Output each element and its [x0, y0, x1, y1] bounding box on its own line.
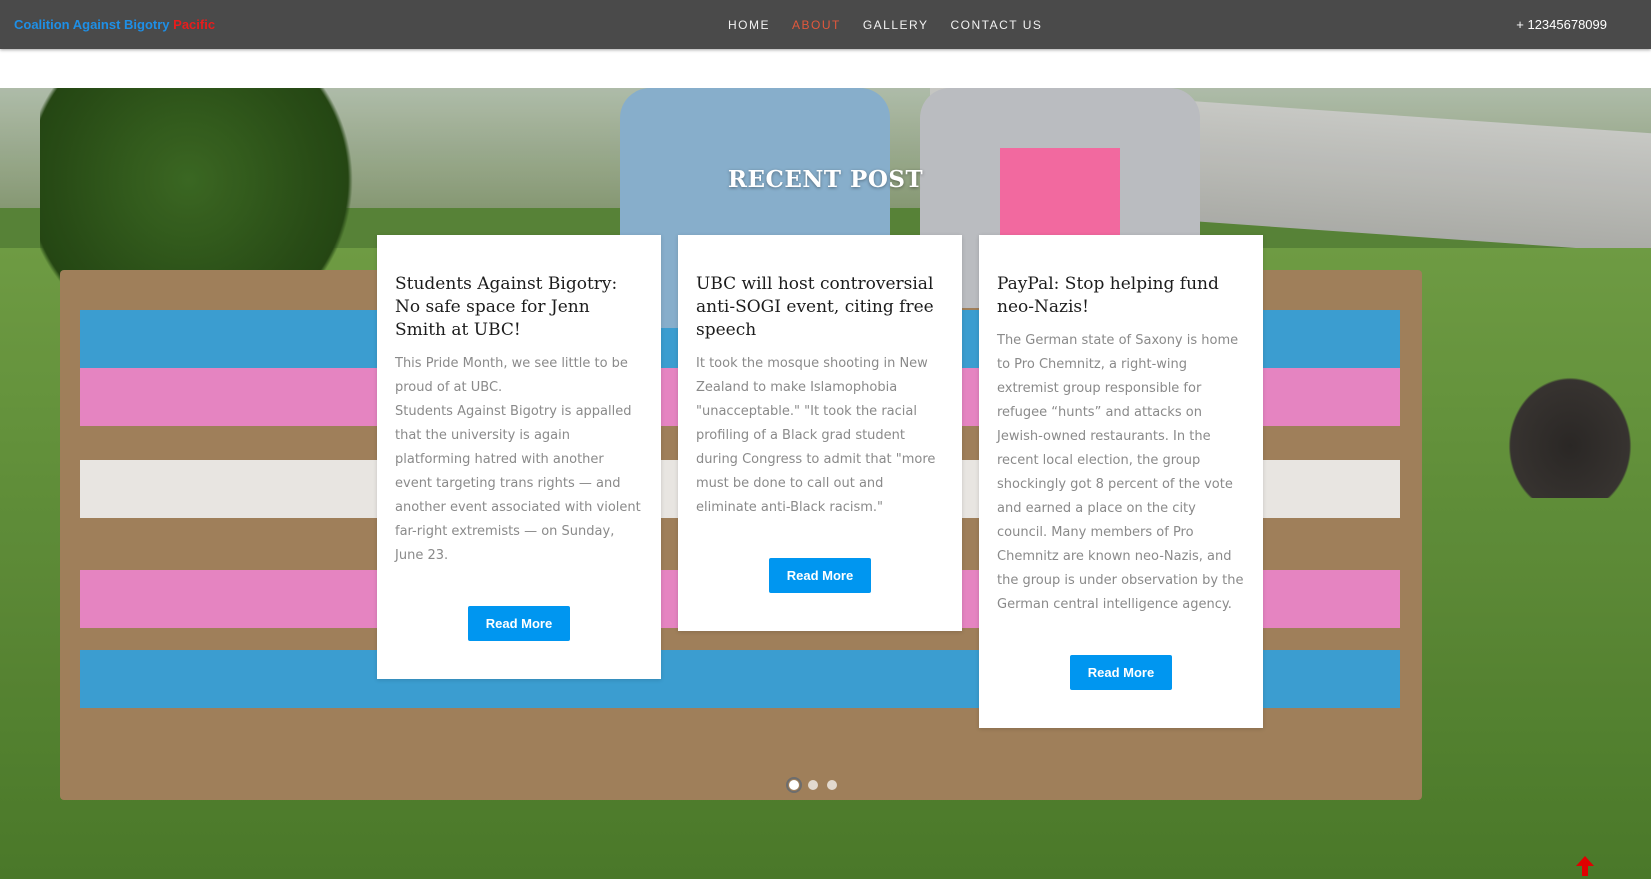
- read-more-button[interactable]: Read More: [467, 606, 571, 641]
- post-excerpt: The German state of Saxony is home to Pr…: [997, 333, 1244, 612]
- post-card: Students Against Bigotry: No safe space …: [377, 235, 661, 679]
- section-title: RECENT POST: [727, 166, 924, 193]
- post-excerpt: It took the mosque shooting in New Zeala…: [696, 356, 936, 515]
- nav-home-link[interactable]: HOME: [728, 18, 770, 32]
- nav-about-link[interactable]: ABOUT: [792, 18, 841, 32]
- post-title[interactable]: Students Against Bigotry: No safe space …: [395, 273, 643, 342]
- brand-name: Coalition Against Bigotry: [14, 17, 170, 32]
- phone-number[interactable]: + 12345678099: [1516, 17, 1607, 32]
- carousel-dot-1[interactable]: [786, 777, 802, 793]
- site-logo[interactable]: Coalition Against Bigotry Pacific: [14, 17, 215, 32]
- top-navbar: Coalition Against Bigotry Pacific HOME A…: [0, 0, 1651, 49]
- post-excerpt: This Pride Month, we see little to be pr…: [395, 356, 641, 563]
- nav-gallery-link[interactable]: GALLERY: [863, 18, 929, 32]
- post-card: PayPal: Stop helping fund neo-Nazis! The…: [979, 235, 1263, 728]
- post-card: UBC will host controversial anti-SOGI ev…: [678, 235, 962, 631]
- carousel-pagination: [786, 777, 837, 793]
- brand-region: Pacific: [173, 17, 216, 32]
- post-title[interactable]: PayPal: Stop helping fund neo-Nazis!: [997, 273, 1245, 319]
- carousel-dot-2[interactable]: [808, 780, 818, 790]
- nav-contact-link[interactable]: CONTACT US: [951, 18, 1043, 32]
- read-more-button[interactable]: Read More: [768, 558, 872, 593]
- read-more-button[interactable]: Read More: [1069, 655, 1173, 690]
- arrow-up-icon[interactable]: [1576, 856, 1594, 876]
- carousel-dot-3[interactable]: [827, 780, 837, 790]
- main-nav: HOME ABOUT GALLERY CONTACT US: [728, 0, 1064, 49]
- post-title[interactable]: UBC will host controversial anti-SOGI ev…: [696, 273, 944, 342]
